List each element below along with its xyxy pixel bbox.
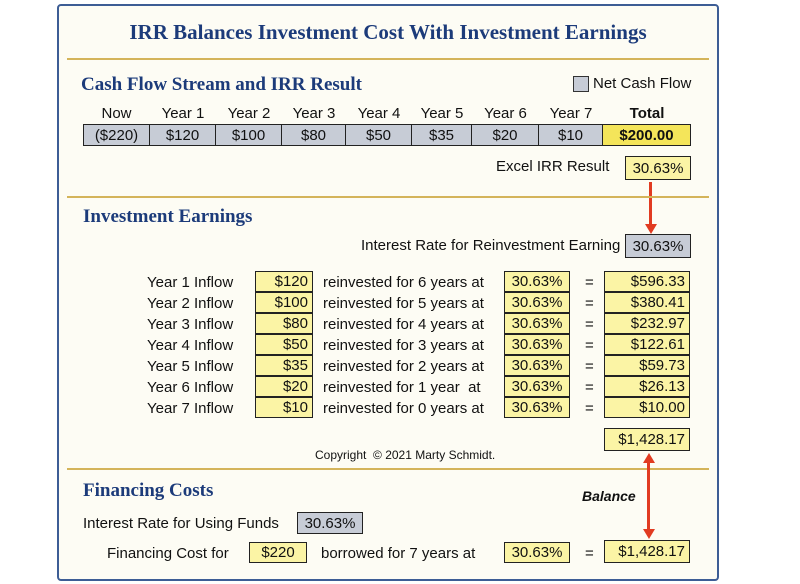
earnings-row-result: $10.00 xyxy=(604,397,690,418)
earnings-row-equals: = xyxy=(585,337,594,354)
net-cash-flow-legend-label: Net Cash Flow xyxy=(593,75,692,92)
financing-result: $1,428.17 xyxy=(604,540,690,563)
balance-arrow-shaft xyxy=(647,462,650,530)
header-year-5: Year 5 xyxy=(420,105,464,122)
earnings-row-result: $122.61 xyxy=(604,334,690,355)
earnings-row-result: $380.41 xyxy=(604,292,690,313)
earnings-row-equals: = xyxy=(585,379,594,396)
earnings-row-result: $59.73 xyxy=(604,355,690,376)
earnings-row-text: reinvested for 0 years at xyxy=(323,400,484,417)
header-total: Total xyxy=(629,105,665,122)
balance-label: Balance xyxy=(582,488,636,504)
earnings-row-text: reinvested for 5 years at xyxy=(323,295,484,312)
cash-flow-year-1: $120 xyxy=(149,124,216,146)
earnings-row-rate: 30.63% xyxy=(504,376,570,397)
header-year-3: Year 3 xyxy=(292,105,336,122)
earnings-row-text: reinvested for 3 years at xyxy=(323,337,484,354)
earnings-row-label: Year 3 Inflow xyxy=(147,316,234,333)
earnings-row-equals: = xyxy=(585,400,594,417)
earnings-row-amount: $100 xyxy=(255,292,313,313)
copyright-notice: Copyright © 2021 Marty Schmidt. xyxy=(315,448,496,462)
cash-flow-now: ($220) xyxy=(83,124,150,146)
cash-flow-year-3: $80 xyxy=(281,124,346,146)
earnings-row-result: $596.33 xyxy=(604,271,690,292)
earnings-row-label: Year 6 Inflow xyxy=(147,379,234,396)
financing-text: borrowed for 7 years at xyxy=(321,545,476,562)
earnings-row-text: reinvested for 1 year at xyxy=(323,379,481,396)
header-year-6: Year 6 xyxy=(484,105,527,122)
earnings-row-rate: 30.63% xyxy=(504,271,570,292)
earnings-row-label: Year 7 Inflow xyxy=(147,400,234,417)
title-divider xyxy=(67,58,709,60)
earnings-row-amount: $50 xyxy=(255,334,313,355)
financing-costs-heading: Financing Costs xyxy=(83,480,214,501)
irr-result-label: Excel IRR Result xyxy=(496,158,610,175)
funds-rate-value: 30.63% xyxy=(297,512,363,534)
cash-flow-divider xyxy=(67,196,709,198)
earnings-row-result: $26.13 xyxy=(604,376,690,397)
net-cash-flow-legend-swatch xyxy=(573,76,589,92)
cash-flow-year-5: $35 xyxy=(411,124,472,146)
earnings-row-label: Year 1 Inflow xyxy=(147,274,234,291)
financing-amount: $220 xyxy=(249,542,307,563)
earnings-row-rate: 30.63% xyxy=(504,397,570,418)
balance-arrow-head-down xyxy=(643,529,655,539)
irr-result-value: 30.63% xyxy=(625,156,691,180)
header-year-7: Year 7 xyxy=(549,105,593,122)
financing-cost-label: Financing Cost for xyxy=(107,545,229,562)
earnings-row-text: reinvested for 6 years at xyxy=(323,274,484,291)
financing-rate: 30.63% xyxy=(504,542,570,563)
cash-flow-year-7: $10 xyxy=(538,124,603,146)
earnings-row-rate: 30.63% xyxy=(504,334,570,355)
cash-flow-year-4: $50 xyxy=(345,124,412,146)
worksheet-panel: IRR Balances Investment Cost With Invest… xyxy=(57,4,719,581)
earnings-row-amount: $20 xyxy=(255,376,313,397)
earnings-row-result: $232.97 xyxy=(604,313,690,334)
earnings-row-label: Year 4 Inflow xyxy=(147,337,234,354)
reinvestment-rate-label: Interest Rate for Reinvestment Earning xyxy=(361,237,621,254)
header-year-4: Year 4 xyxy=(357,105,401,122)
earnings-row-amount: $80 xyxy=(255,313,313,334)
earnings-row-equals: = xyxy=(585,295,594,312)
earnings-row-amount: $120 xyxy=(255,271,313,292)
earnings-row-text: reinvested for 2 years at xyxy=(323,358,484,375)
investment-earnings-heading: Investment Earnings xyxy=(83,206,253,227)
earnings-row-equals: = xyxy=(585,358,594,375)
earnings-total-value: $1,428.17 xyxy=(604,428,690,451)
earnings-row-label: Year 2 Inflow xyxy=(147,295,234,312)
funds-rate-label: Interest Rate for Using Funds xyxy=(83,515,279,532)
cash-flow-year-6: $20 xyxy=(471,124,539,146)
earnings-row-amount: $10 xyxy=(255,397,313,418)
cash-flow-year-2: $100 xyxy=(215,124,282,146)
page-title: IRR Balances Investment Cost With Invest… xyxy=(129,20,647,44)
earnings-row-amount: $35 xyxy=(255,355,313,376)
irr-arrow-head xyxy=(645,224,657,234)
earnings-divider xyxy=(67,468,709,470)
header-year-1: Year 1 xyxy=(161,105,205,122)
earnings-row-rate: 30.63% xyxy=(504,355,570,376)
earnings-row-label: Year 5 Inflow xyxy=(147,358,234,375)
header-year-2: Year 2 xyxy=(227,105,271,122)
cash-flow-heading: Cash Flow Stream and IRR Result xyxy=(81,74,362,95)
earnings-row-equals: = xyxy=(585,316,594,333)
irr-arrow-shaft xyxy=(649,182,652,225)
reinvestment-rate-value: 30.63% xyxy=(625,234,691,258)
earnings-row-rate: 30.63% xyxy=(504,313,570,334)
financing-equals: = xyxy=(585,545,594,562)
earnings-row-equals: = xyxy=(585,274,594,291)
earnings-row-text: reinvested for 4 years at xyxy=(323,316,484,333)
earnings-row-rate: 30.63% xyxy=(504,292,570,313)
header-now: Now xyxy=(101,105,132,122)
cash-flow-total: $200.00 xyxy=(602,124,691,146)
